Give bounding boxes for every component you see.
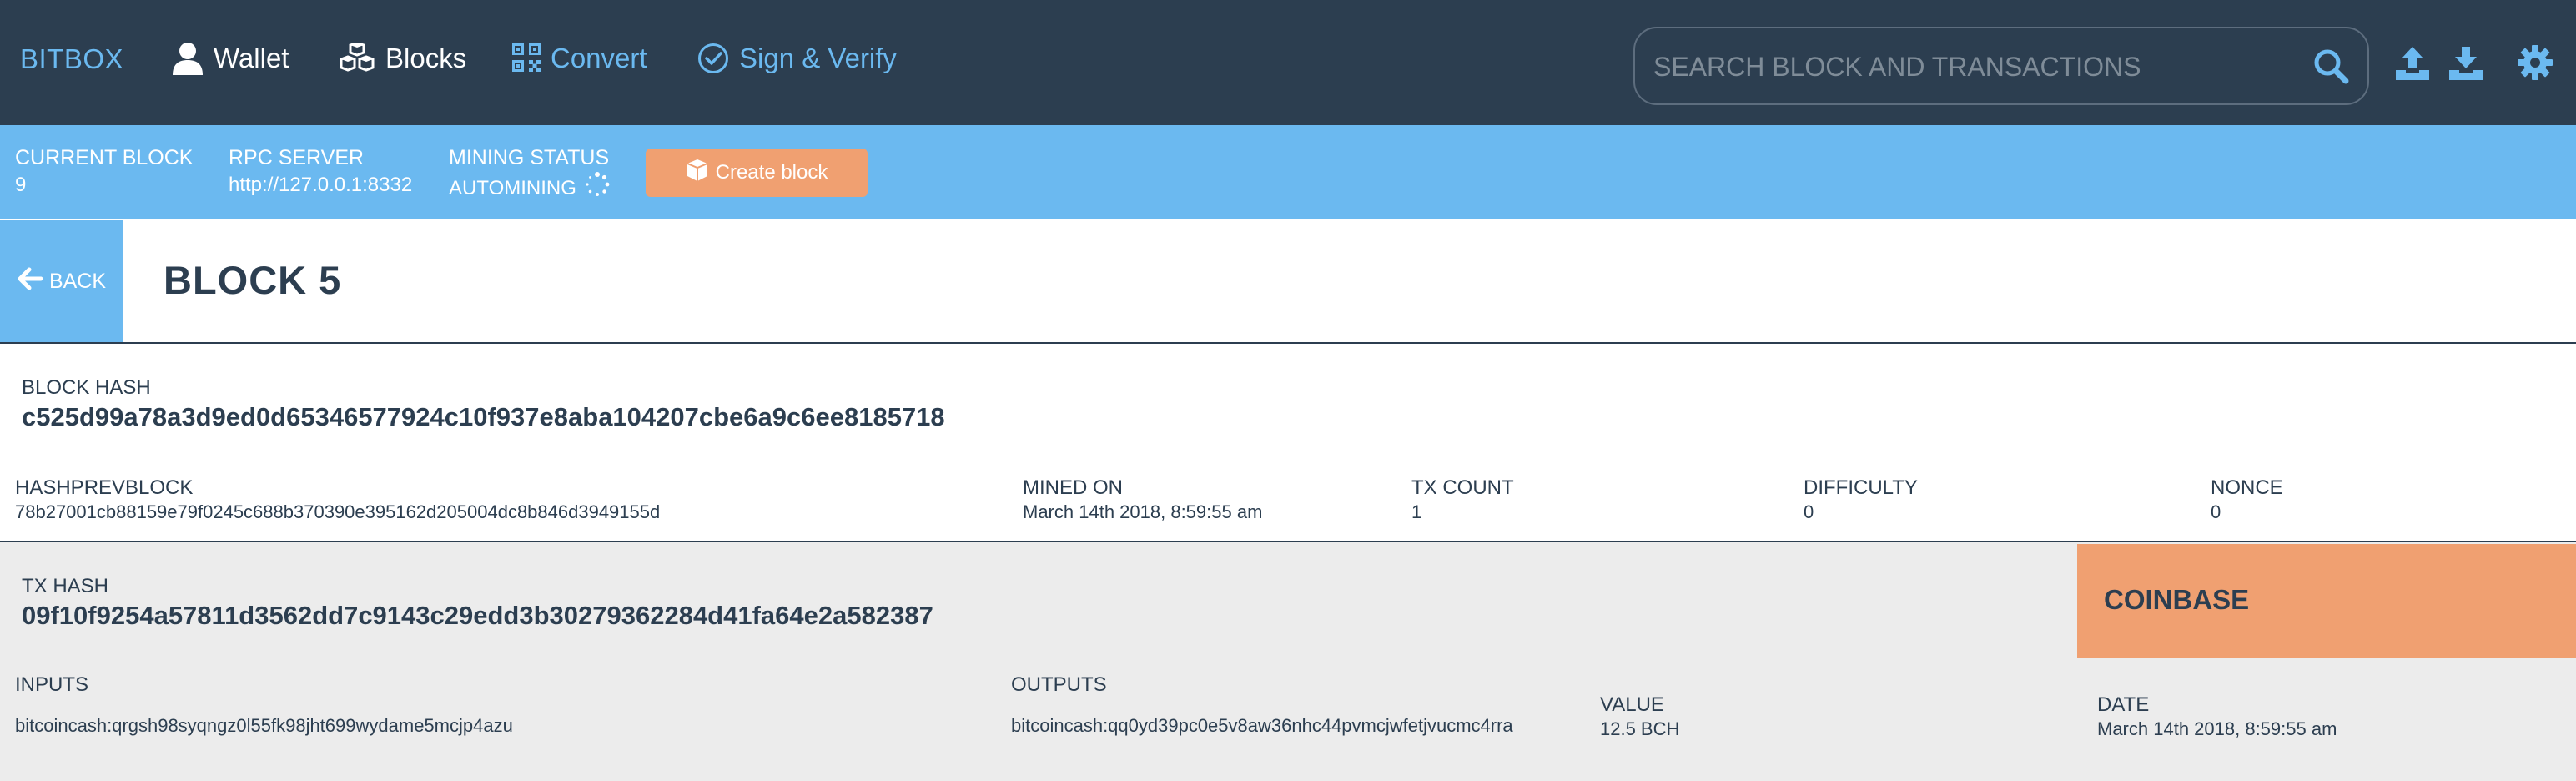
tx-hash-label: TX HASH — [22, 575, 109, 597]
value-label: VALUE — [1600, 693, 1664, 716]
tx-hash-section: TX HASH 09f10f9254a57811d3562dd7c9143c29… — [22, 574, 933, 632]
transaction-card: TX HASH 09f10f9254a57811d3562dd7c9143c29… — [0, 542, 2576, 781]
nav-blocks[interactable]: Blocks — [339, 40, 466, 77]
current-block-value: 9 — [15, 174, 27, 196]
outputs-label: OUTPUTS — [1011, 673, 1107, 696]
hashprevblock-label: HASHPREVBLOCK — [15, 476, 194, 499]
search-box — [1633, 27, 2369, 105]
tx-count-label: TX COUNT — [1411, 476, 1514, 499]
block-hash-section: BLOCK HASH c525d99a78a3d9ed0d65346577924… — [22, 375, 945, 434]
date-section: DATE March 14th 2018, 8:59:55 am — [2097, 693, 2337, 741]
tx-count-value: 1 — [1411, 501, 1422, 522]
arrow-left-icon — [18, 267, 43, 296]
current-block-stat: CURRENT BLOCK 9 — [15, 144, 193, 199]
rpc-server-label: RPC SERVER — [229, 146, 365, 169]
download-icon[interactable] — [2449, 45, 2483, 84]
mining-status-label: MINING STATUS — [449, 146, 610, 169]
nav-sign-verify-label: Sign & Verify — [739, 43, 897, 73]
user-icon — [172, 42, 204, 75]
inputs-label: INPUTS — [15, 673, 89, 696]
difficulty-value: 0 — [1804, 501, 1814, 522]
search-icon[interactable] — [2312, 48, 2349, 88]
nav-wallet[interactable]: Wallet — [172, 40, 289, 77]
input-address[interactable]: bitcoincash:qrgsh98syqngz0l55fk98jht699w… — [15, 714, 513, 738]
output-address[interactable]: bitcoincash:qq0yd39pc0e5v8aw36nhc44pvmcj… — [1011, 714, 1513, 738]
page-title: BLOCK 5 — [164, 258, 342, 302]
nav-blocks-label: Blocks — [385, 43, 467, 73]
cubes-icon — [339, 43, 375, 74]
mining-status-value: AUTOMINING — [449, 172, 610, 204]
coinbase-badge: COINBASE — [2077, 544, 2576, 658]
nonce-value: 0 — [2211, 501, 2221, 522]
value-section: VALUE 12.5 BCH — [1600, 693, 1679, 741]
search-input[interactable] — [1652, 28, 2289, 105]
mined-on-value: March 14th 2018, 8:59:55 am — [1023, 501, 1263, 522]
create-block-button[interactable]: Create block — [646, 149, 868, 197]
upload-icon[interactable] — [2396, 45, 2429, 84]
nonce-section: NONCE 0 — [2211, 476, 2283, 524]
tx-hash-value[interactable]: 09f10f9254a57811d3562dd7c9143c29edd3b302… — [22, 599, 933, 632]
back-label: BACK — [48, 269, 107, 293]
status-bar: CURRENT BLOCK 9 RPC SERVER http://127.0.… — [0, 125, 2576, 219]
mining-status-text: AUTOMINING — [449, 176, 576, 199]
check-circle-icon — [697, 43, 729, 74]
mined-on-label: MINED ON — [1023, 476, 1123, 499]
top-navbar: BITBOX Wallet Blocks Convert Sign & Veri… — [0, 0, 2576, 125]
date-label: DATE — [2097, 693, 2150, 716]
block-hash-label: BLOCK HASH — [22, 376, 151, 399]
create-block-label: Create block — [715, 161, 828, 184]
mining-status-stat: MINING STATUS AUTOMINING — [449, 144, 610, 204]
inputs-section: INPUTS bitcoincash:qrgsh98syqngz0l55fk98… — [15, 673, 513, 738]
gear-icon[interactable] — [2518, 45, 2553, 84]
nav-wallet-label: Wallet — [214, 43, 289, 73]
qrcode-icon — [512, 43, 541, 73]
block-header: BACK BLOCK 5 — [0, 219, 2576, 344]
nonce-label: NONCE — [2211, 476, 2283, 499]
block-hash-value: c525d99a78a3d9ed0d65346577924c10f937e8ab… — [22, 402, 945, 431]
value-amount: 12.5 BCH — [1600, 718, 1680, 739]
nav-sign-verify[interactable]: Sign & Verify — [697, 40, 897, 77]
difficulty-section: DIFFICULTY 0 — [1804, 476, 1918, 524]
date-value: March 14th 2018, 8:59:55 am — [2097, 718, 2337, 739]
nav-convert[interactable]: Convert — [512, 40, 647, 77]
rpc-server-stat: RPC SERVER http://127.0.0.1:8332 — [229, 144, 412, 199]
mined-on-section: MINED ON March 14th 2018, 8:59:55 am — [1023, 476, 1262, 524]
back-button[interactable]: BACK — [0, 220, 123, 342]
rpc-server-value: http://127.0.0.1:8332 — [229, 174, 413, 196]
hashprevblock-value[interactable]: 78b27001cb88159e79f0245c688b370390e39516… — [15, 501, 660, 524]
brand-logo[interactable]: BITBOX — [20, 43, 123, 75]
outputs-section: OUTPUTS bitcoincash:qq0yd39pc0e5v8aw36nh… — [1011, 673, 1513, 738]
difficulty-label: DIFFICULTY — [1804, 476, 1918, 499]
hashprevblock-section: HASHPREVBLOCK 78b27001cb88159e79f0245c68… — [15, 476, 660, 524]
coinbase-label: COINBASE — [2104, 584, 2250, 615]
spinner-icon — [585, 172, 610, 204]
cube-icon — [686, 159, 709, 188]
nav-convert-label: Convert — [551, 43, 647, 73]
current-block-label: CURRENT BLOCK — [15, 146, 194, 169]
tx-count-section: TX COUNT 1 — [1411, 476, 1514, 524]
